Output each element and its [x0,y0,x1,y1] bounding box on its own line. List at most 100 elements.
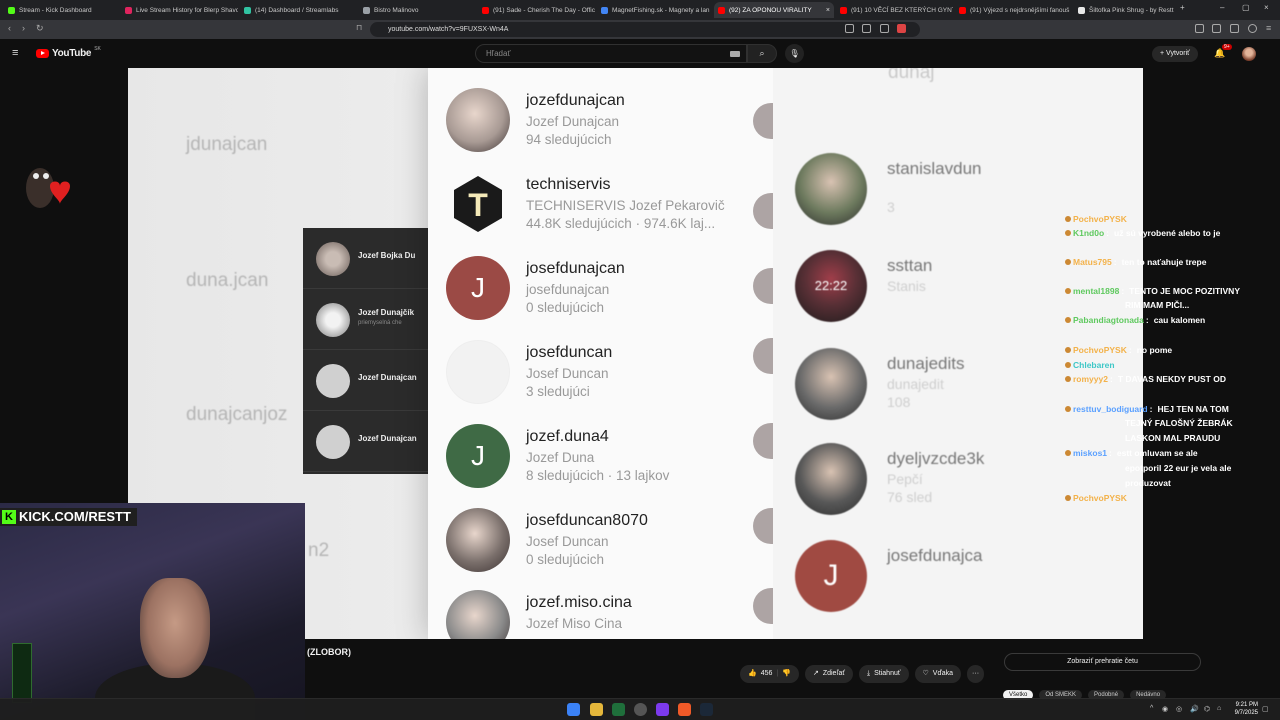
brave-icon[interactable] [678,703,691,716]
share-button[interactable]: ↗ Zdieľať [804,665,854,683]
new-tab-button[interactable]: + [1180,3,1185,12]
app-icon[interactable] [612,703,625,716]
profile-list-item: josefduncan Josef Duncan 3 sledujúci [446,338,766,408]
browser-toolbar: ‹ › ↻ ⊓ youtube.com/watch?v=9FUXSX-Wn4A … [0,20,1280,39]
thanks-button[interactable]: ♡ Vďaka [914,665,962,683]
browser-tab[interactable]: Live Stream History for Blerp Shavo [121,2,238,18]
chat-message: PochvoPYSK: no pome [1065,345,1172,355]
profile-icon[interactable] [1248,24,1257,33]
tray-icon[interactable]: ⌬ [1204,705,1210,713]
video-title: (ZLOBOR) [307,647,351,657]
steam-icon[interactable] [700,703,713,716]
chat-colon: : [1106,228,1110,238]
download-button[interactable]: ⤓ Stiahnuť [859,665,909,683]
like-button[interactable]: 👍 456 | 👎 [740,665,799,683]
video-actions: 👍 456 | 👎 ↗ Zdieľať ⤓ Stiahnuť ♡ Vďaka ·… [740,665,985,683]
chat-message: miskos1: estt omluvam se ale [1065,448,1198,458]
browser-tab[interactable]: (14) Dashboard / Streamlabs [240,2,357,18]
search-input[interactable]: Hľadať [475,44,747,63]
maximize-icon[interactable]: ▢ [1242,3,1250,12]
obs-icon[interactable] [634,703,647,716]
search-button[interactable]: ⌕ [747,44,777,63]
mascot-icon [26,168,70,208]
translate-icon[interactable] [862,24,871,33]
tray-chevron-icon[interactable]: ^ [1150,705,1153,712]
cast-icon[interactable] [845,24,854,33]
hamburger-menu-icon[interactable]: ≡ [12,47,18,59]
close-window-icon[interactable]: × [1264,3,1269,12]
menu-icon[interactable]: ≡ [1266,23,1271,33]
browser-tab[interactable]: (92) ZA OPONOU VIRALITY × [714,2,834,18]
back-icon[interactable]: ‹ [8,23,11,33]
popup-avatar [316,425,350,459]
profile-display-name: Josef Duncan [526,366,609,381]
bookmark-icon[interactable]: ⊓ [356,23,362,32]
chat-badge-icon [1065,317,1071,323]
wallet-icon[interactable] [1230,24,1239,33]
tab-close-icon[interactable]: × [826,7,830,14]
app-icon[interactable] [656,703,669,716]
profile-username: ssttan [887,256,933,275]
chat-text: T DAVAS NEKDY PUST OD [1117,374,1226,384]
ghost-text: n2 [308,540,330,561]
ghost-text: duna.jcan [186,270,269,291]
kick-logo-icon: K [2,510,16,524]
keyboard-icon[interactable] [730,51,740,57]
chat-message: Chlebaren [1065,360,1120,370]
browser-tab[interactable]: Šiltofka Pink Shrug - by Restt [1074,2,1192,18]
browser-tab[interactable]: Bistro Malinovo [359,2,476,18]
create-button[interactable]: + Vytvoriť [1152,46,1198,62]
sidebar-icon[interactable] [1195,24,1204,33]
download-icon[interactable] [1212,24,1221,33]
profile-display-name: Josef Duncan [526,534,609,549]
file-explorer-icon[interactable] [590,703,603,716]
browser-tab[interactable]: Stream - Kick Dashboard [4,2,119,18]
extension-icon[interactable] [897,24,906,33]
notification-center-icon[interactable]: ▢ [1262,705,1269,713]
popup-row: Jozef Dunajcan [303,350,430,411]
browser-tab[interactable]: (91) Sade - Cherish The Day - Offic [478,2,595,18]
profile-avatar [795,348,867,420]
profile-username: josefduncan8070 [526,512,648,529]
network-icon[interactable]: ⌂ [1217,705,1221,712]
browser-tab[interactable]: (91) 10 VĚCÍ BEZ KTERÝCH GYNTE [836,2,953,18]
chat-text: ten to naťahuje trepe [1121,257,1207,267]
popup-row: Jozef Dunajcan [303,411,430,472]
volume-icon[interactable]: 🔊 [1190,705,1199,713]
tab-favicon-icon [601,6,608,14]
chat-text: RIM MAM PIČI... [1125,300,1190,310]
star-icon[interactable] [880,24,889,33]
profile-stats: 108 [887,394,911,410]
reload-icon[interactable]: ↻ [36,23,44,34]
more-actions-button[interactable]: ··· [967,665,985,683]
browser-tab[interactable]: (91) Výjezd s nejdrsnějšími fanouš [955,2,1072,18]
tab-favicon-icon [8,6,15,14]
tab-favicon-icon [718,6,725,14]
account-avatar[interactable] [1242,47,1256,61]
chat-overlay: PochvoPYSK K1nd0o: už sú vyrobené alebo to… [1065,212,1280,512]
thumbs-down-icon[interactable]: 👎 [782,665,791,683]
browser-tab[interactable]: MagnetFishing.sk - Magnety a lan [597,2,712,18]
profile-avatar: J [795,540,867,612]
show-chat-replay-button[interactable]: Zobraziť prehratie četu [1004,653,1201,671]
minimize-icon[interactable]: – [1220,3,1224,12]
profile-avatar [446,340,510,404]
profile-display-name: josefdunajcan [526,282,610,297]
download-icon: ⤓ [867,670,871,677]
tab-label: (14) Dashboard / Streamlabs [255,6,339,14]
chat-message: TEJNÝ FALOŠNÝ ŽEBRÁK [1065,418,1233,428]
address-bar[interactable]: youtube.com/watch?v=9FUXSX-Wn4A [370,22,920,37]
profile-stats: 8 sledujúcich · 13 lajkov [526,468,670,483]
taskbar-clock[interactable]: 9:21 PM 9/7/2025 [1235,701,1258,717]
share-icon: ↗ [812,670,819,677]
chat-badge-icon [1065,406,1071,412]
popup-name: Jozef Bojka Du [358,251,416,260]
browser-tab-strip: Stream - Kick Dashboard Live Stream Histo… [0,0,1280,20]
tray-icon[interactable]: ◉ [1162,705,1168,713]
voice-search-button[interactable]: 🎙 [785,44,804,63]
forward-icon[interactable]: › [22,23,25,33]
tab-favicon-icon [959,6,966,14]
start-menu-icon[interactable] [567,703,580,716]
tray-icon[interactable]: ◎ [1176,705,1182,713]
youtube-logo[interactable]: YouTube SK [36,46,101,59]
